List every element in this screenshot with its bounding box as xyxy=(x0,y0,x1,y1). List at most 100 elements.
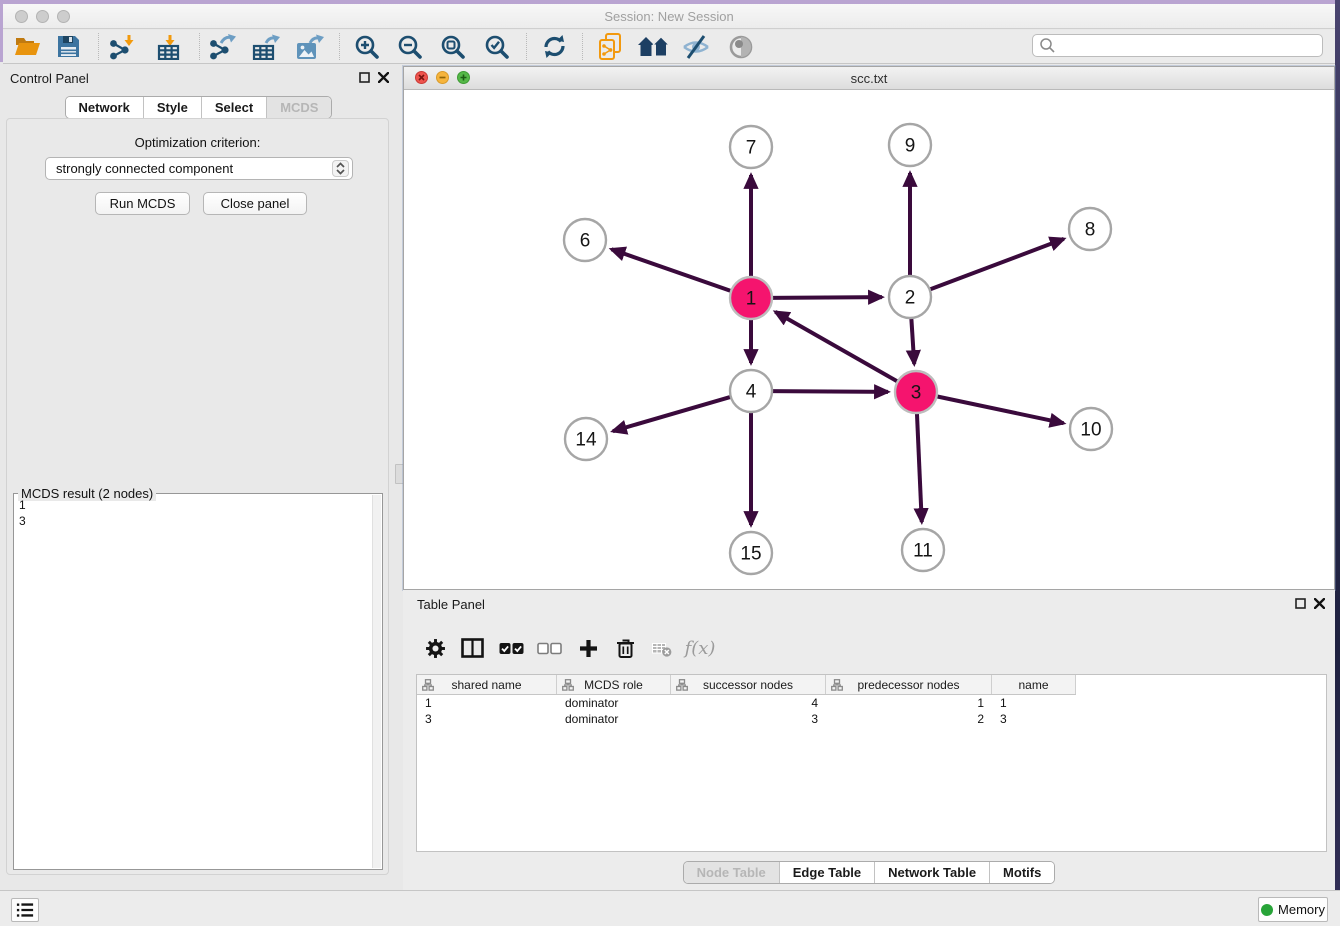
close-panel-button[interactable]: Close panel xyxy=(203,192,307,215)
toolbar-separator xyxy=(199,33,200,60)
tab-network[interactable]: Network xyxy=(66,97,144,118)
show-all-icon[interactable] xyxy=(728,34,754,60)
add-column-icon[interactable] xyxy=(579,639,598,658)
column-header-predecessor-nodes[interactable]: predecessor nodes xyxy=(826,675,992,694)
graph-node-2[interactable]: 2 xyxy=(889,276,931,318)
graph-node-7[interactable]: 7 xyxy=(730,126,772,168)
table-row: 1dominator411 xyxy=(417,695,1326,711)
first-neighbors-icon[interactable] xyxy=(637,36,669,58)
column-header-shared-name[interactable]: shared name xyxy=(417,675,557,694)
column-visibility-icon[interactable] xyxy=(461,638,484,658)
graph-node-15[interactable]: 15 xyxy=(730,532,772,574)
table-body: 1dominator4113dominator323 xyxy=(417,695,1326,727)
column-header-MCDS-role[interactable]: MCDS role xyxy=(557,675,671,694)
memory-status-icon xyxy=(1261,904,1273,916)
table-cell[interactable]: 3 xyxy=(417,711,557,727)
graph-node-11[interactable]: 11 xyxy=(902,529,944,571)
network-canvas[interactable]: 7 9 6 8 1 2 4 3 14 10 15 11 xyxy=(404,90,1334,589)
chevron-updown-icon xyxy=(332,160,349,177)
search-field[interactable] xyxy=(1032,34,1323,57)
graph-node-3[interactable]: 3 xyxy=(895,371,937,413)
graph-edge-1-2[interactable] xyxy=(771,297,882,298)
search-input[interactable] xyxy=(1060,37,1322,54)
graph-node-9[interactable]: 9 xyxy=(889,124,931,166)
zoom-in-icon[interactable] xyxy=(354,34,380,60)
column-header-successor-nodes[interactable]: successor nodes xyxy=(671,675,826,694)
graph-node-label: 1 xyxy=(746,289,757,310)
list-icon xyxy=(15,901,35,919)
zoom-fit-icon[interactable] xyxy=(440,34,466,60)
tab-motifs[interactable]: Motifs xyxy=(990,862,1054,883)
control-panel-title: Control Panel xyxy=(10,71,89,86)
toolbar-separator xyxy=(98,33,99,60)
tab-network-table[interactable]: Network Table xyxy=(875,862,990,883)
search-icon xyxy=(1039,37,1056,54)
function-builder-icon[interactable]: f(x) xyxy=(685,638,716,659)
save-session-icon[interactable] xyxy=(57,35,80,58)
close-panel-icon[interactable] xyxy=(378,72,389,83)
graph-edge-4-3[interactable] xyxy=(771,391,888,392)
import-table-icon[interactable] xyxy=(157,34,183,60)
mcds-result-text[interactable]: 13 xyxy=(19,497,368,866)
delete-table-icon[interactable] xyxy=(652,640,672,657)
graph-node-label: 10 xyxy=(1080,420,1101,441)
table-cell[interactable]: 3 xyxy=(992,711,1076,727)
graph-edge-2-3[interactable] xyxy=(911,317,914,364)
graph-edge-1-6[interactable] xyxy=(611,249,732,291)
node-table: shared nameMCDS rolesuccessor nodesprede… xyxy=(416,674,1327,852)
import-network-icon[interactable] xyxy=(109,34,137,60)
criterion-select[interactable]: strongly connected component xyxy=(45,157,353,180)
tab-node-table[interactable]: Node Table xyxy=(684,862,780,883)
delete-icon[interactable] xyxy=(615,637,636,659)
table-cell[interactable]: 1 xyxy=(417,695,557,711)
clone-network-icon[interactable] xyxy=(598,33,622,61)
column-tree-icon xyxy=(562,679,574,691)
tab-mcds[interactable]: MCDS xyxy=(267,97,331,118)
graph-edge-3-11[interactable] xyxy=(917,412,922,522)
graph-node-10[interactable]: 10 xyxy=(1070,408,1112,450)
task-history-button[interactable] xyxy=(11,898,39,922)
tab-select[interactable]: Select xyxy=(202,97,267,118)
table-cell[interactable]: 1 xyxy=(826,695,992,711)
close-panel-icon[interactable] xyxy=(1314,598,1325,609)
table-cell[interactable]: dominator xyxy=(557,695,671,711)
run-mcds-button[interactable]: Run MCDS xyxy=(95,192,190,215)
float-panel-icon[interactable] xyxy=(359,72,370,83)
table-header-row: shared nameMCDS rolesuccessor nodesprede… xyxy=(417,675,1076,695)
zoom-selected-icon[interactable] xyxy=(484,34,510,60)
export-image-icon[interactable] xyxy=(296,34,324,60)
export-network-icon[interactable] xyxy=(209,34,237,60)
table-cell[interactable]: 3 xyxy=(671,711,826,727)
window-titlebar: Session: New Session xyxy=(3,4,1335,29)
graph-node-8[interactable]: 8 xyxy=(1069,208,1111,250)
graph-node-4[interactable]: 4 xyxy=(730,370,772,412)
table-cell[interactable]: 1 xyxy=(992,695,1076,711)
graph-edge-2-8[interactable] xyxy=(929,239,1064,290)
column-header-name[interactable]: name xyxy=(992,675,1076,694)
zoom-out-icon[interactable] xyxy=(397,34,423,60)
table-cell[interactable]: 4 xyxy=(671,695,826,711)
graph-edge-4-14[interactable] xyxy=(613,397,732,432)
criterion-value: strongly connected component xyxy=(56,161,233,176)
table-panel: Table Panel f(x) shared nameMCDS rolesuc… xyxy=(403,590,1335,890)
settings-gear-icon[interactable] xyxy=(425,638,446,659)
graph-edge-3-10[interactable] xyxy=(936,396,1064,423)
memory-button[interactable]: Memory xyxy=(1258,897,1328,922)
hide-selected-icon[interactable] xyxy=(681,34,711,60)
graph-node-14[interactable]: 14 xyxy=(565,418,607,460)
float-panel-icon[interactable] xyxy=(1295,598,1306,609)
tab-edge-table[interactable]: Edge Table xyxy=(780,862,875,883)
select-all-icon[interactable] xyxy=(499,640,524,657)
export-table-icon[interactable] xyxy=(252,34,280,60)
tab-style[interactable]: Style xyxy=(144,97,202,118)
refresh-layout-icon[interactable] xyxy=(542,34,567,59)
open-session-icon[interactable] xyxy=(14,35,41,58)
table-cell[interactable]: dominator xyxy=(557,711,671,727)
network-window-titlebar[interactable]: scc.txt xyxy=(404,67,1334,90)
graph-node-1[interactable]: 1 xyxy=(730,277,772,319)
result-scrollbar[interactable] xyxy=(372,495,381,868)
deselect-all-icon[interactable] xyxy=(537,640,562,657)
graph-node-6[interactable]: 6 xyxy=(564,219,606,261)
graph-edge-3-1[interactable] xyxy=(775,312,898,382)
table-cell[interactable]: 2 xyxy=(826,711,992,727)
